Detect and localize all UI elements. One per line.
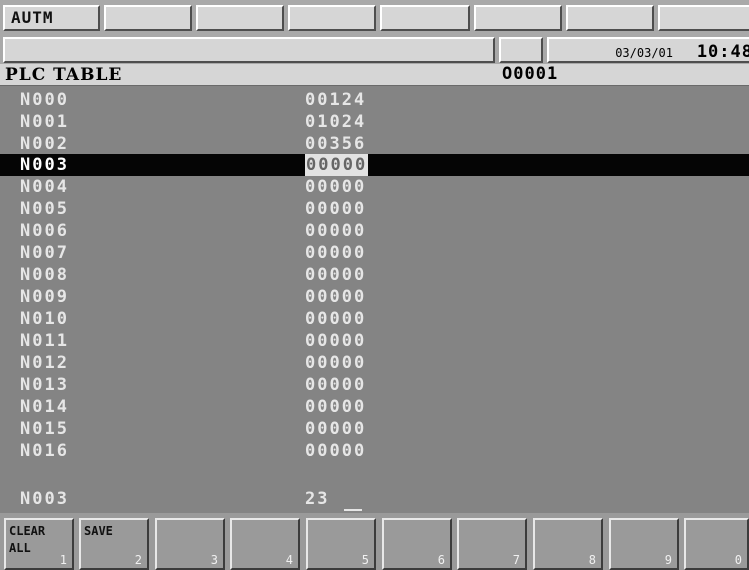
softkey-3[interactable]: 3 xyxy=(155,518,225,570)
row-address: N000 xyxy=(20,90,69,110)
table-row[interactable]: N013 00000 xyxy=(0,374,749,396)
status-cell xyxy=(499,37,543,63)
softkey-6[interactable]: 6 xyxy=(382,518,452,570)
row-address: N013 xyxy=(20,375,69,395)
row-address: N007 xyxy=(20,243,69,263)
table-row[interactable]: N004 00000 xyxy=(0,176,749,198)
status-cell xyxy=(566,5,654,31)
status-cell xyxy=(104,5,192,31)
message-bar: 03/03/01 10:48 xyxy=(0,36,749,64)
softkey-9[interactable]: 9 xyxy=(609,518,679,570)
row-value[interactable]: 00124 xyxy=(305,89,366,111)
row-address: N011 xyxy=(20,331,69,351)
table-row[interactable]: N014 00000 xyxy=(0,396,749,418)
row-address: N015 xyxy=(20,419,69,439)
row-value[interactable]: 00000 xyxy=(305,176,366,198)
row-value[interactable]: 00000 xyxy=(305,286,366,308)
row-value[interactable]: 00000 xyxy=(305,198,366,220)
row-address: N008 xyxy=(20,265,69,285)
row-value[interactable]: 00000 xyxy=(305,418,366,440)
date-display: 03/03/01 xyxy=(615,46,673,60)
table-row[interactable]: N009 00000 xyxy=(0,286,749,308)
table-row[interactable]: N010 00000 xyxy=(0,308,749,330)
softkey-number: 2 xyxy=(134,553,142,567)
row-value[interactable]: 00356 xyxy=(305,133,366,155)
table-row[interactable]: N001 01024 xyxy=(0,111,749,133)
row-address: N016 xyxy=(20,441,69,461)
row-address: N006 xyxy=(20,221,69,241)
row-value[interactable]: 00000 xyxy=(305,220,366,242)
input-address: N003 xyxy=(20,489,69,509)
row-address: N002 xyxy=(20,134,69,154)
softkey-number: 6 xyxy=(437,553,445,567)
softkey-number: 4 xyxy=(285,553,293,567)
softkey-number: 1 xyxy=(59,553,67,567)
softkey-clear-all[interactable]: CLEAR ALL 1 xyxy=(4,518,74,570)
row-value[interactable]: 00000 xyxy=(305,352,366,374)
row-address: N005 xyxy=(20,199,69,219)
table-row[interactable]: N006 00000 xyxy=(0,220,749,242)
status-cell xyxy=(288,5,376,31)
table-row[interactable]: N015 00000 xyxy=(0,418,749,440)
row-address: N010 xyxy=(20,309,69,329)
row-value[interactable]: 00000 xyxy=(305,330,366,352)
mode-indicator: AUTM xyxy=(3,5,100,31)
row-address: N004 xyxy=(20,177,69,197)
row-value[interactable]: 00000 xyxy=(305,264,366,286)
softkey-label: SAVE xyxy=(84,524,113,538)
row-address: N003 xyxy=(20,155,69,175)
row-value[interactable]: 00000 xyxy=(305,440,366,462)
status-cell xyxy=(380,5,470,31)
softkey-5[interactable]: 5 xyxy=(306,518,376,570)
row-value[interactable]: 01024 xyxy=(305,111,366,133)
softkey-number: 9 xyxy=(664,553,672,567)
row-address: N012 xyxy=(20,353,69,373)
softkey-4[interactable]: 4 xyxy=(230,518,300,570)
table-row[interactable]: N007 00000 xyxy=(0,242,749,264)
page-title: PLC TABLE xyxy=(5,65,123,85)
softkey-8[interactable]: 8 xyxy=(533,518,603,570)
input-cursor xyxy=(344,509,362,511)
message-field xyxy=(3,37,495,63)
status-bar: AUTM xyxy=(0,0,749,36)
softkey-number: 7 xyxy=(512,553,520,567)
status-cell xyxy=(658,5,749,31)
softkey-number: 5 xyxy=(361,553,369,567)
softkey-7[interactable]: 7 xyxy=(457,518,527,570)
table-row[interactable]: N000 00124 xyxy=(0,89,749,111)
table-row[interactable]: N012 00000 xyxy=(0,352,749,374)
softkey-bar: CLEAR ALL 1 SAVE 2 3 4 5 6 7 8 9 0 xyxy=(0,513,749,570)
time-display: 10:48 xyxy=(696,42,749,62)
input-buffer[interactable]: 23 xyxy=(305,489,329,509)
table-row[interactable]: N008 00000 xyxy=(0,264,749,286)
status-cell xyxy=(474,5,562,31)
softkey-number: 3 xyxy=(210,553,218,567)
mode-text: AUTM xyxy=(11,8,54,27)
table-row-selected[interactable]: N003 00000 xyxy=(0,154,749,176)
program-number: O0001 xyxy=(502,64,559,84)
table-row[interactable]: N002 00356 xyxy=(0,133,749,155)
row-value[interactable]: 00000 xyxy=(305,242,366,264)
title-row: PLC TABLE O0001 xyxy=(0,64,749,86)
softkey-number: 0 xyxy=(734,553,742,567)
softkey-number: 8 xyxy=(588,553,596,567)
row-value[interactable]: 00000 xyxy=(305,374,366,396)
row-value-cursor[interactable]: 00000 xyxy=(305,154,369,176)
row-address: N009 xyxy=(20,287,69,307)
row-address: N001 xyxy=(20,112,69,132)
softkey-save[interactable]: SAVE 2 xyxy=(79,518,149,570)
softkey-label: CLEAR ALL xyxy=(9,524,46,555)
table-row[interactable]: N016 00000 xyxy=(0,440,749,462)
table-row[interactable]: N005 00000 xyxy=(0,198,749,220)
status-cell xyxy=(196,5,284,31)
table-row[interactable]: N011 00000 xyxy=(0,330,749,352)
row-value[interactable]: 00000 xyxy=(305,308,366,330)
clock-cell: 03/03/01 10:48 xyxy=(547,37,749,63)
row-address: N014 xyxy=(20,397,69,417)
softkey-0[interactable]: 0 xyxy=(684,518,749,570)
row-value[interactable]: 00000 xyxy=(305,396,366,418)
